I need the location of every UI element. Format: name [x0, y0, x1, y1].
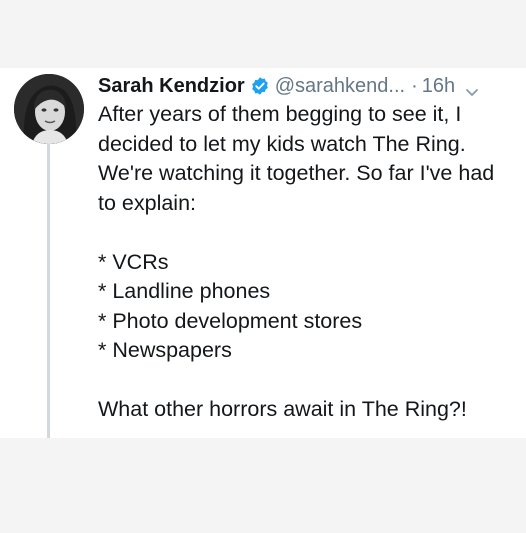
tweet-line: decided to let my kids watch The Ring. [98, 131, 466, 156]
separator-dot: · [411, 74, 418, 97]
timestamp[interactable]: 16h [422, 75, 455, 98]
verified-badge-icon [250, 76, 270, 96]
tweet-line: After years of them begging to see it, I [98, 102, 462, 126]
tweet-text: After years of them begging to see it, I… [98, 100, 518, 425]
display-name[interactable]: Sarah Kendzior [98, 75, 245, 98]
list-item: * Newspapers [98, 338, 232, 362]
tweet-header: Sarah Kendzior @sarahkend... · 16h [98, 71, 518, 101]
list-item: * VCRs [98, 249, 169, 274]
handle[interactable]: @sarahkend... [275, 75, 405, 98]
tweet-line: to explain: [98, 190, 197, 215]
avatar-image [14, 74, 84, 144]
list-item: * Photo development stores [98, 308, 363, 333]
tweet-line: What other horrors await in The Ring?! [98, 397, 467, 421]
list-item: * Landline phones [98, 279, 271, 303]
avatar[interactable] [14, 74, 84, 144]
thread-line [47, 142, 50, 438]
chevron-down-icon[interactable] [465, 81, 479, 97]
tweet-line: We're watching it together. So far I've … [98, 161, 495, 185]
